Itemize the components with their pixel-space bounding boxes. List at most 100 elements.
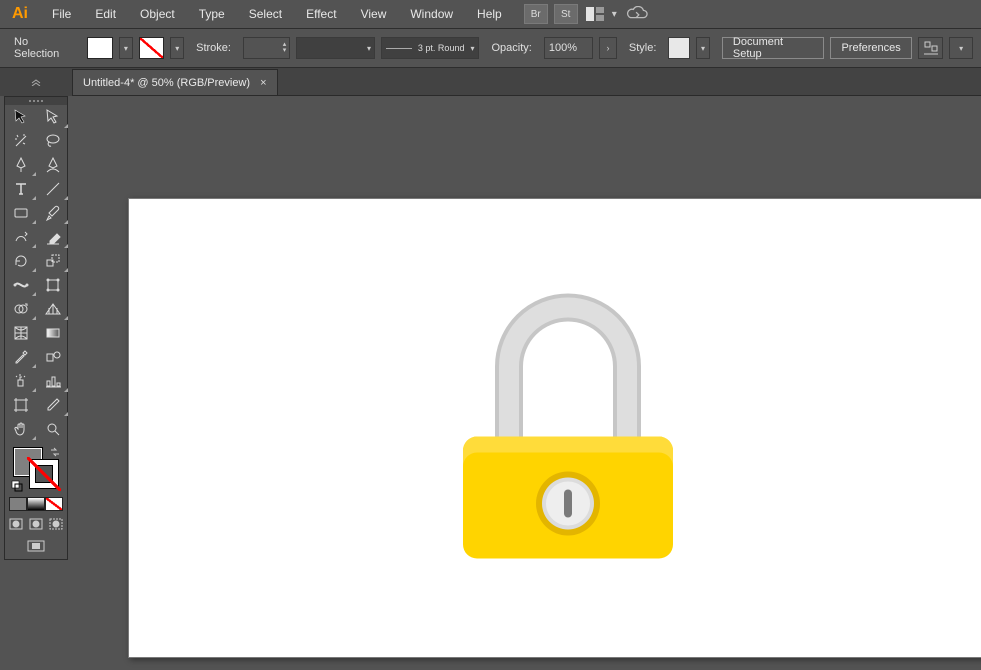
artboard[interactable] (128, 198, 981, 658)
menu-label: Edit (95, 7, 116, 21)
brush-definition-label: 3 pt. Round (418, 43, 465, 53)
pen-tool[interactable] (5, 153, 37, 177)
tool-panel-collapse[interactable] (0, 68, 72, 96)
color-mode-solid[interactable] (9, 497, 27, 511)
align-icon (923, 40, 939, 56)
rotate-tool[interactable] (5, 249, 37, 273)
menu-help[interactable]: Help (465, 0, 514, 28)
stroke-color-swatch[interactable] (139, 37, 165, 59)
bridge-button[interactable]: Br (524, 4, 548, 24)
opacity-dropdown[interactable]: › (599, 37, 617, 59)
brush-stroke-preview (386, 48, 412, 49)
menu-select[interactable]: Select (237, 0, 294, 28)
magic-wand-tool[interactable] (5, 129, 37, 153)
draw-normal-icon[interactable] (8, 517, 24, 531)
gradient-tool[interactable] (37, 321, 69, 345)
line-segment-tool[interactable] (37, 177, 69, 201)
menu-file[interactable]: File (40, 0, 83, 28)
menu-label: File (52, 7, 71, 21)
menu-object[interactable]: Object (128, 0, 187, 28)
draw-inside-icon[interactable] (48, 517, 64, 531)
draw-behind-icon[interactable] (28, 517, 44, 531)
default-fill-stroke-icon[interactable] (11, 479, 23, 491)
lasso-tool[interactable] (37, 129, 69, 153)
color-mode-gradient[interactable] (27, 497, 45, 511)
menu-label: View (361, 7, 387, 21)
tool-panel (4, 96, 68, 560)
arrange-dropdown-arrow[interactable]: ▾ (612, 9, 617, 20)
menu-label: Select (249, 7, 282, 21)
tool-panel-grip[interactable] (5, 97, 67, 105)
stroke-color-dropdown[interactable]: ▾ (170, 37, 184, 59)
fill-color-swatch[interactable] (87, 37, 113, 59)
stroke-label: Stroke: (190, 42, 237, 54)
artboard-tool[interactable] (5, 393, 37, 417)
document-tab-close-icon[interactable]: × (260, 77, 266, 89)
type-tool[interactable] (5, 177, 37, 201)
shape-builder-tool[interactable] (5, 297, 37, 321)
padlock-artwork[interactable] (453, 271, 683, 566)
document-tab-strip: Untitled-4* @ 50% (RGB/Preview) × (0, 68, 981, 96)
scale-tool[interactable] (37, 249, 69, 273)
document-setup-button[interactable]: Document Setup (722, 37, 825, 59)
stock-label: St (561, 9, 570, 20)
menu-edit[interactable]: Edit (83, 0, 128, 28)
menu-label: Help (477, 7, 502, 21)
fill-stroke-swatches (11, 445, 61, 491)
document-tab-title: Untitled-4* @ 50% (RGB/Preview) (83, 77, 250, 89)
opacity-label: Opacity: (485, 42, 537, 54)
style-label: Style: (623, 42, 663, 54)
stock-button[interactable]: St (554, 4, 578, 24)
draw-mode-row (5, 515, 67, 535)
graphic-style-dropdown[interactable]: ▾ (696, 37, 710, 59)
eraser-tool[interactable] (37, 225, 69, 249)
rectangle-tool[interactable] (5, 201, 37, 225)
menu-label: Window (410, 7, 453, 21)
width-tool[interactable] (5, 273, 37, 297)
stroke-weight-field[interactable]: ▴▾ (243, 37, 290, 59)
chevron-down-icon: ▾ (470, 44, 474, 53)
fill-color-dropdown[interactable]: ▾ (119, 37, 133, 59)
arrange-documents-button[interactable] (584, 4, 606, 24)
align-dropdown[interactable]: ▾ (949, 37, 973, 59)
free-transform-tool[interactable] (37, 273, 69, 297)
opacity-field[interactable]: 100% (544, 37, 593, 59)
direct-selection-tool[interactable] (37, 105, 69, 129)
document-tab[interactable]: Untitled-4* @ 50% (RGB/Preview) × (72, 69, 278, 95)
curvature-tool[interactable] (37, 153, 69, 177)
blend-tool[interactable] (37, 345, 69, 369)
document-setup-label: Document Setup (733, 36, 814, 60)
menu-effect[interactable]: Effect (294, 0, 348, 28)
variable-width-profile[interactable]: ▾ (296, 37, 375, 59)
align-to-button[interactable] (918, 37, 944, 59)
swap-fill-stroke-icon[interactable] (49, 445, 61, 457)
selection-status: No Selection (8, 36, 81, 60)
bridge-label: Br (531, 9, 541, 20)
paintbrush-tool[interactable] (37, 201, 69, 225)
slice-tool[interactable] (37, 393, 69, 417)
brush-definition[interactable]: 3 pt. Round ▾ (381, 37, 479, 59)
color-mode-none[interactable] (45, 497, 63, 511)
menu-view[interactable]: View (349, 0, 399, 28)
sync-settings-button[interactable] (623, 4, 651, 24)
mesh-tool[interactable] (5, 321, 37, 345)
menu-type[interactable]: Type (187, 0, 237, 28)
shaper-tool[interactable] (5, 225, 37, 249)
menu-window[interactable]: Window (398, 0, 465, 28)
perspective-grid-tool[interactable] (37, 297, 69, 321)
arrange-documents-icon (586, 7, 604, 21)
menu-label: Object (140, 7, 175, 21)
screen-mode-button[interactable] (5, 535, 67, 559)
canvas-area[interactable] (72, 96, 981, 670)
zoom-tool[interactable] (37, 417, 69, 441)
eyedropper-tool[interactable] (5, 345, 37, 369)
selection-tool[interactable] (5, 105, 37, 129)
control-bar: No Selection ▾ ▾ Stroke: ▴▾ ▾ 3 pt. Roun… (0, 28, 981, 68)
stroke-swatch-large[interactable] (29, 459, 59, 489)
column-graph-tool[interactable] (37, 369, 69, 393)
preferences-button[interactable]: Preferences (830, 37, 911, 59)
symbol-sprayer-tool[interactable] (5, 369, 37, 393)
hand-tool[interactable] (5, 417, 37, 441)
menu-bar: Ai File Edit Object Type Select Effect V… (0, 0, 981, 28)
graphic-style-swatch[interactable] (668, 37, 690, 59)
